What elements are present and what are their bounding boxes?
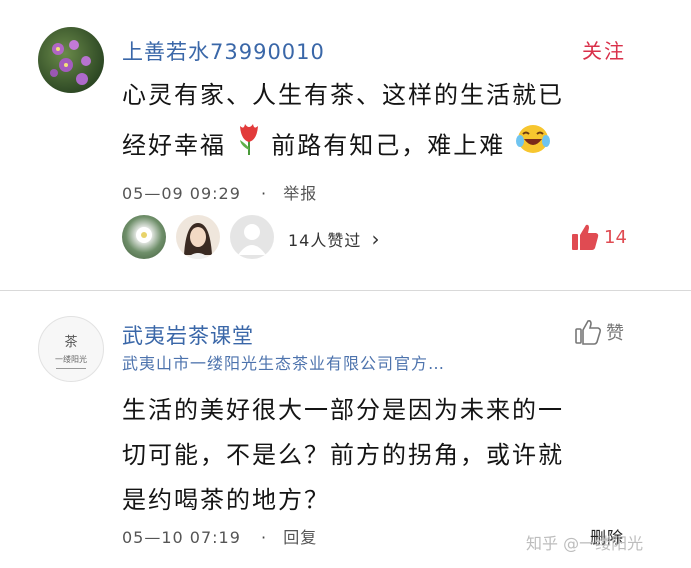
like-label: 赞	[606, 323, 624, 344]
comment-username[interactable]: 武夷岩茶课堂	[122, 320, 254, 350]
thumbs-up-icon	[570, 222, 600, 252]
user-avatar[interactable]	[38, 27, 104, 93]
logo-rule	[56, 368, 86, 369]
comment-text-segment: 前路有知己，难上难	[271, 131, 506, 160]
default-avatar-icon	[238, 224, 266, 255]
comment-text-segment: 经好幸福	[122, 131, 226, 160]
logo-text: 一缕阳光	[55, 355, 87, 364]
comment-meta: 05—09 09:29 · 举报	[122, 180, 317, 204]
follow-button[interactable]: 关注	[582, 35, 626, 64]
thumbs-up-outline-icon	[574, 318, 602, 346]
author-subtitle: 武夷山市一缕阳光生态茶业有限公司官方…	[122, 354, 446, 373]
like-control[interactable]: 14	[570, 222, 627, 252]
likers-count-text: 14人赞过	[288, 231, 362, 250]
liker-avatar[interactable]	[230, 215, 274, 259]
comment-timestamp: 05—09 09:29	[122, 184, 241, 203]
logo-char: 茶	[64, 335, 78, 350]
report-link[interactable]: 举报	[283, 184, 317, 203]
comment-text-line: 生活的美好很大一部分是因为未来的一	[122, 396, 564, 424]
liker-avatar-photo	[136, 227, 152, 243]
meta-separator: ·	[261, 528, 268, 547]
chevron-right-icon: ›	[371, 227, 381, 251]
tulip-icon	[236, 120, 262, 173]
like-control[interactable]: 赞	[574, 318, 624, 346]
meta-separator: ·	[261, 184, 268, 203]
liker-avatar[interactable]	[176, 215, 220, 259]
likers-summary[interactable]: 14人赞过 ›	[288, 227, 380, 251]
flower-photo	[50, 40, 91, 85]
comment-meta: 05—10 07:19 · 回复	[122, 524, 317, 548]
comment-text-line: 心灵有家、人生有茶、这样的生活就已	[122, 81, 564, 109]
brand-logo-avatar[interactable]: 茶 一缕阳光	[38, 316, 104, 382]
comment-username[interactable]: 上善若水73990010	[122, 36, 325, 66]
comment-text-line: 是约喝茶的地方？	[122, 486, 330, 514]
comment-timestamp: 05—10 07:19	[122, 528, 241, 547]
liker-avatar-photo	[184, 223, 212, 259]
reply-link[interactable]: 回复	[283, 528, 317, 547]
watermark-text: 知乎 @一缕阳光	[526, 534, 644, 553]
like-count: 14	[604, 226, 627, 248]
laughing-emoji-icon	[515, 122, 551, 172]
comment-text-line: 切可能，不是么？前方的拐角，或许就	[122, 441, 564, 469]
section-divider	[0, 290, 691, 291]
comment-text-line: 经好幸福 前路有知己，难上难	[122, 120, 551, 173]
liker-avatar[interactable]	[122, 215, 166, 259]
